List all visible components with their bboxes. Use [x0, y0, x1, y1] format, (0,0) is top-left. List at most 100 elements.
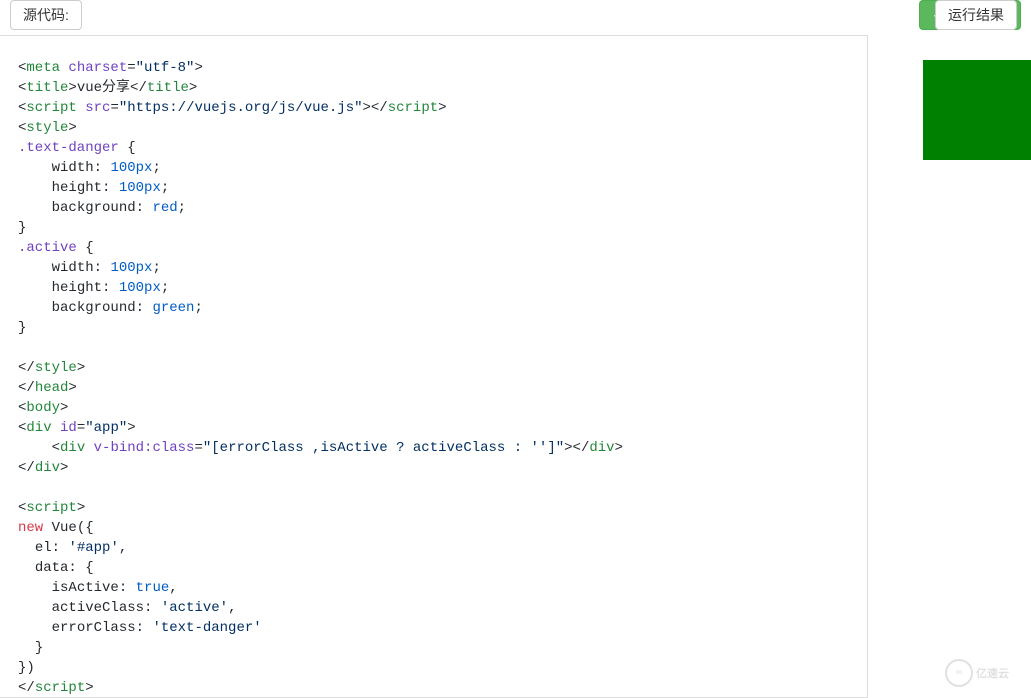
code-token: script [35, 680, 85, 696]
code-token: > [438, 100, 446, 116]
code-token: div [589, 440, 614, 456]
code-token: , [228, 600, 236, 616]
code-token: title [26, 80, 68, 96]
code-token: : [94, 260, 111, 276]
code-token: red [152, 200, 177, 216]
code-token: : [102, 180, 119, 196]
code-token [18, 280, 52, 296]
code-token: 'text-danger' [152, 620, 261, 636]
code-token: width [52, 260, 94, 276]
code-token: div [26, 420, 51, 436]
code-token: '#app' [68, 540, 118, 556]
code-token: v-bind:class [94, 440, 195, 456]
code-token: charset [68, 60, 127, 76]
code-token: = [127, 60, 135, 76]
code-token: body [26, 400, 60, 416]
code-token: </ [573, 440, 590, 456]
code-token: meta [26, 60, 60, 76]
code-token: title [147, 80, 189, 96]
code-token: = [110, 100, 118, 116]
code-token: new [18, 520, 43, 536]
code-token: script [26, 500, 76, 516]
code-token [18, 640, 35, 656]
watermark-text: 亿速云 [976, 665, 1009, 681]
code-token: : [136, 200, 153, 216]
code-token: 'active' [161, 600, 228, 616]
code-token: > [77, 360, 85, 376]
code-token: { [85, 560, 93, 576]
code-token: : [136, 620, 153, 636]
code-token [18, 300, 52, 316]
code-token: Vue({ [43, 520, 93, 536]
code-token: > [615, 440, 623, 456]
code-token: ; [152, 160, 160, 176]
code-token [18, 620, 52, 636]
code-token: "app" [85, 420, 127, 436]
code-token: "utf-8" [136, 60, 195, 76]
result-label: 运行结果 [935, 0, 1017, 30]
code-token: , [169, 580, 177, 596]
code-token: > [85, 680, 93, 696]
code-token: vue分享 [77, 80, 130, 96]
code-token: = [77, 420, 85, 436]
code-token: 100px [119, 280, 161, 296]
code-token: isActive [52, 580, 119, 596]
code-token [18, 260, 52, 276]
code-token: </ [130, 80, 147, 96]
code-panel: <meta charset="utf-8"> <title>vue分享</tit… [0, 35, 868, 698]
code-token: > [363, 100, 371, 116]
code-token: 100px [110, 160, 152, 176]
code-token: width [52, 160, 94, 176]
code-token [18, 440, 52, 456]
code-token: ; [152, 260, 160, 276]
code-token [18, 200, 52, 216]
code-token: < [52, 440, 60, 456]
code-token: ; [161, 180, 169, 196]
code-token: > [60, 400, 68, 416]
code-token: </ [18, 460, 35, 476]
code-token: : [144, 600, 161, 616]
code-token [18, 600, 52, 616]
code-token: style [35, 360, 77, 376]
code-token: style [26, 120, 68, 136]
code-token: height [52, 280, 102, 296]
code-token: </ [18, 380, 35, 396]
code-token [18, 540, 35, 556]
code-token: : [119, 580, 136, 596]
code-token: ; [178, 200, 186, 216]
code-token: ; [161, 280, 169, 296]
code-token: }) [18, 660, 35, 676]
code-token: div [35, 460, 60, 476]
code-area[interactable]: <meta charset="utf-8"> <title>vue分享</tit… [0, 36, 867, 697]
code-token: script [388, 100, 438, 116]
watermark-logo-icon: ∞ [945, 659, 973, 687]
code-token [18, 580, 52, 596]
code-token: div [60, 440, 85, 456]
code-token: } [18, 320, 26, 336]
code-token: { [119, 140, 136, 156]
code-token: ; [194, 300, 202, 316]
code-token: src [85, 100, 110, 116]
code-token: > [127, 420, 135, 436]
code-token: .text-danger [18, 140, 119, 156]
code-token: data [35, 560, 69, 576]
code-token: background [52, 300, 136, 316]
code-token: true [136, 580, 170, 596]
code-token [18, 560, 35, 576]
code-token: </ [371, 100, 388, 116]
code-token: : [136, 300, 153, 316]
code-token: script [26, 100, 76, 116]
code-token: "https://vuejs.org/js/vue.js" [119, 100, 363, 116]
code-token: </ [18, 680, 35, 696]
header-bar: 源代码: 点击运行 [0, 0, 1031, 35]
code-token: .active [18, 240, 77, 256]
code-token: > [68, 80, 76, 96]
code-token: background [52, 200, 136, 216]
code-token: : [52, 540, 69, 556]
code-token: green [152, 300, 194, 316]
code-token: > [189, 80, 197, 96]
code-token: : [94, 160, 111, 176]
code-token: "[errorClass ,isActive ? activeClass : '… [203, 440, 564, 456]
source-code-label: 源代码: [10, 0, 82, 30]
code-token: head [35, 380, 69, 396]
